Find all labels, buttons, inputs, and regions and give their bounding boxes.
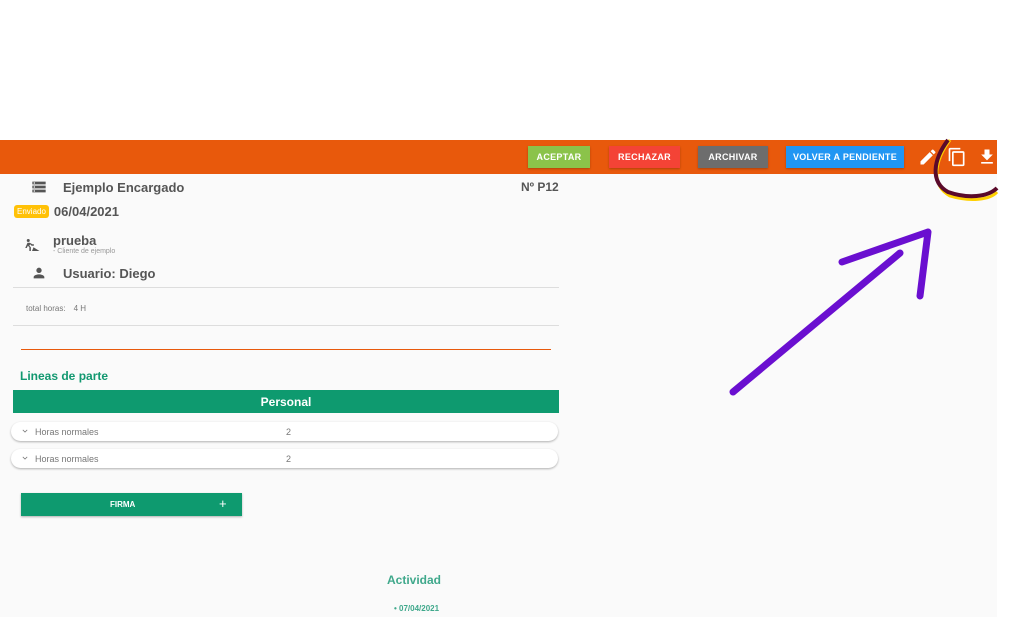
return-to-pending-button[interactable]: VOLVER A PENDIENTE [786,146,904,168]
list-item[interactable]: Horas normales 2 [11,449,558,468]
status-badge: Enviado [14,205,49,218]
page-title: Ejemplo Encargado [63,179,185,195]
signature-button[interactable]: FIRMA + [21,493,242,516]
activity-title: Actividad [387,573,442,587]
action-toolbar: ACEPTAR RECHAZAR ARCHIVAR VOLVER A PENDI… [0,140,997,174]
list-item[interactable]: Horas normales 2 [11,422,558,441]
user-row: Usuario: Diego [31,265,155,281]
copy-icon[interactable] [947,147,967,167]
signature-button-label: FIRMA [110,500,136,509]
total-hours-label: total horas: [26,304,66,313]
accept-button[interactable]: ACEPTAR [528,146,590,168]
section-title-lines: Lineas de parte [20,369,109,383]
chevron-down-icon[interactable] [20,453,30,463]
document-date: 06/04/2021 [53,204,119,219]
divider [13,287,559,288]
group-header-personal: Personal [13,390,559,413]
line-item-value: 2 [286,454,292,464]
date-row: Enviado 06/04/2021 [14,204,119,219]
person-icon [33,267,45,279]
pencil-icon[interactable] [918,147,938,167]
worker-row: prueba - Cliente de ejemplo [23,233,115,256]
worker-icon [25,238,40,251]
line-item-label: Horas normales [35,454,99,464]
archive-button[interactable]: ARCHIVAR [698,146,768,168]
total-hours-value: 4 H [73,304,87,313]
worker-name: prueba [53,233,97,248]
title-row: Ejemplo Encargado [31,179,184,195]
divider [13,325,559,326]
activity-entry-date: • 07/04/2021 [394,604,440,613]
storage-icon [32,181,46,193]
chevron-down-icon[interactable] [20,426,30,436]
line-item-value: 2 [286,427,292,437]
reject-button[interactable]: RECHAZAR [609,146,680,168]
download-icon[interactable] [977,147,997,167]
user-label: Usuario: Diego [63,265,156,281]
section-divider [21,349,551,350]
client-name: - Cliente de ejemplo [53,248,116,255]
line-item-label: Horas normales [35,427,99,437]
total-hours: total horas: 4 H [26,304,86,313]
plus-icon: + [219,496,227,511]
document-number: Nº P12 [521,180,559,194]
